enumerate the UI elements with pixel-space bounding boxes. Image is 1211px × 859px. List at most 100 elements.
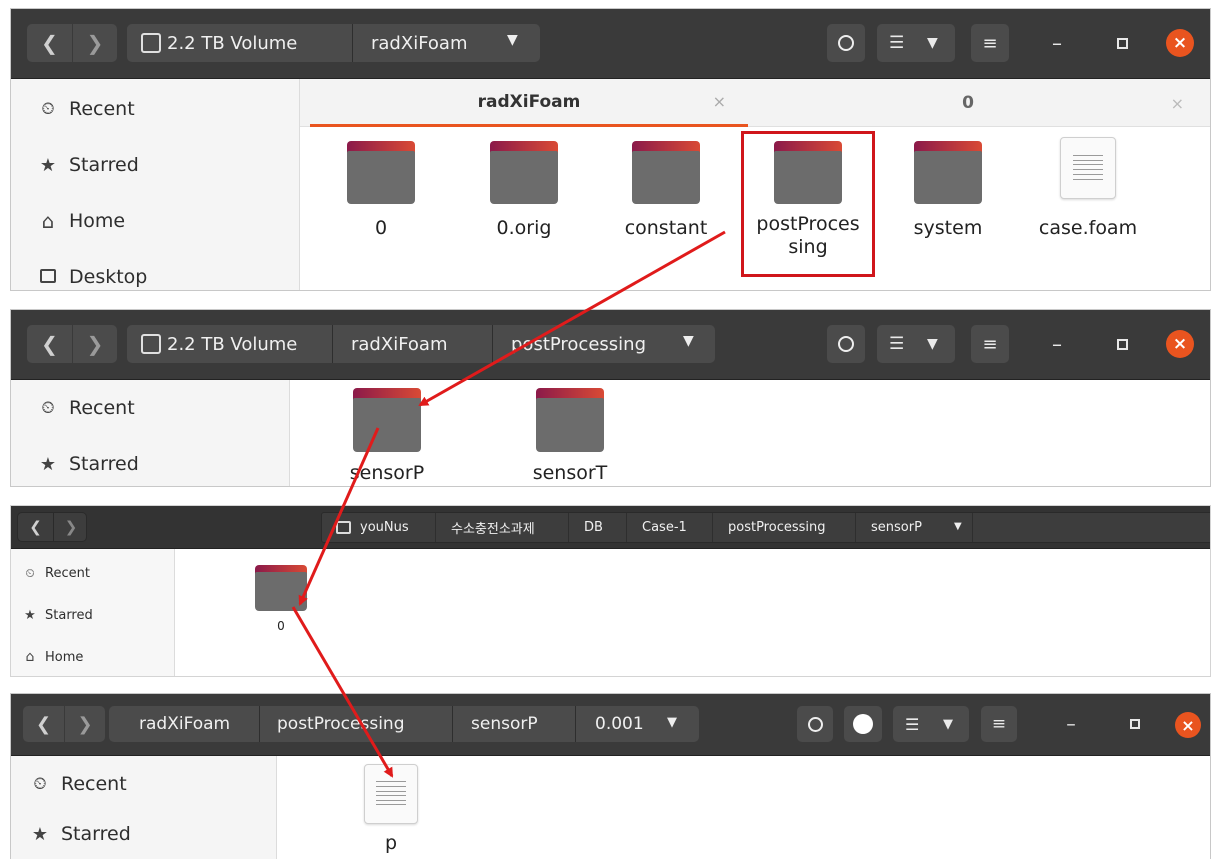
tab-0[interactable]: 0 × [748, 79, 1188, 127]
close-button[interactable]: × [1166, 330, 1194, 358]
menu-button[interactable]: ≡ [971, 325, 1009, 363]
back-button[interactable]: ❮ [27, 325, 72, 363]
search-icon [838, 336, 854, 352]
path-crumb-radxifoam[interactable]: radXiFoam [123, 706, 230, 742]
star-icon: ★ [39, 154, 57, 176]
maximize-button[interactable] [1103, 24, 1141, 62]
sidebar-item-recent[interactable]: ⏲ Recent [11, 764, 126, 804]
view-toggle[interactable]: ☰ ▼ [893, 706, 969, 742]
path-crumb-0001[interactable]: 0.001 [579, 706, 644, 742]
file-name[interactable]: 0 [331, 217, 431, 240]
sidebar-item-starred[interactable]: ★ Starred [11, 601, 93, 629]
view-toggle[interactable]: ☰ ▼ [877, 24, 955, 62]
folder-icon[interactable] [255, 565, 307, 611]
maximize-icon [1116, 37, 1128, 49]
file-name[interactable]: 0.orig [474, 217, 574, 240]
text-file-icon[interactable] [1060, 137, 1116, 199]
path-crumb-volume[interactable]: 2.2 TB Volume [167, 24, 297, 62]
maximize-button[interactable] [1117, 706, 1153, 742]
menu-button[interactable]: ≡ [971, 24, 1009, 62]
maximize-icon [1116, 338, 1128, 350]
path-crumb-radxifoam[interactable]: radXiFoam [355, 24, 467, 62]
sidebar-item-starred[interactable]: ★ Starred [11, 145, 139, 185]
forward-button[interactable]: ❯ [72, 325, 117, 363]
close-button[interactable]: × [1166, 29, 1194, 57]
folder-icon[interactable] [632, 141, 700, 204]
file-view: radXiFoam × 0 × 0 0.orig constant postPr… [300, 79, 1210, 290]
folder-icon[interactable] [536, 388, 604, 452]
chevron-down-icon[interactable]: ▼ [683, 333, 694, 349]
path-crumb-postprocessing[interactable]: postProcessing [261, 706, 405, 742]
back-button[interactable]: ❮ [23, 706, 64, 742]
sidebar-item-home[interactable]: ⌂ Home [11, 643, 84, 671]
sidebar-item-home[interactable]: ⌂ Home [11, 201, 125, 241]
view-toggle[interactable]: ☰ ▼ [877, 325, 955, 363]
status-button[interactable] [844, 706, 882, 742]
back-button[interactable]: ❮ [27, 24, 72, 62]
search-button[interactable] [797, 706, 833, 742]
sidebar-item-label: Desktop [69, 266, 148, 288]
file-name[interactable]: sensorP [337, 462, 437, 485]
sidebar-item-starred[interactable]: ★ Starred [11, 814, 131, 854]
circle-icon [853, 714, 873, 734]
search-button[interactable] [827, 325, 865, 363]
forward-button[interactable]: ❯ [72, 24, 117, 62]
headerbar: ❮ ❯ youNus 수소충전소과제 DB Case-1 postProcess… [11, 506, 1210, 549]
minimize-button[interactable]: – [1053, 706, 1089, 742]
sidebar-item-recent[interactable]: ⏲ Recent [11, 89, 134, 129]
path-crumb-sensorp[interactable]: sensorP [855, 513, 922, 542]
hamburger-menu-icon: ≡ [982, 32, 998, 54]
tab-radxifoam[interactable]: radXiFoam × [310, 79, 748, 127]
folder-icon[interactable] [347, 141, 415, 204]
tab-close-icon[interactable]: × [1171, 94, 1184, 113]
star-icon: ★ [31, 823, 49, 845]
file-name[interactable]: sensorT [520, 462, 620, 485]
path-crumb-volume[interactable]: 2.2 TB Volume [167, 325, 297, 363]
text-file-icon[interactable] [364, 764, 418, 824]
file-name[interactable]: p [361, 832, 421, 855]
path-crumb-db[interactable]: DB [568, 513, 603, 542]
sidebar-item-desktop[interactable]: Desktop [11, 257, 148, 290]
close-button[interactable]: × [1175, 712, 1201, 738]
search-button[interactable] [827, 24, 865, 62]
forward-button[interactable]: ❯ [53, 513, 88, 541]
list-view-icon: ☰ [889, 334, 905, 354]
chevron-down-icon: ▼ [927, 35, 938, 51]
sidebar-item-label: Recent [45, 565, 90, 581]
tab-label: 0 [962, 93, 974, 113]
file-view: 0 [175, 549, 1210, 676]
chevron-down-icon: ▼ [927, 336, 938, 352]
minimize-button[interactable]: – [1038, 24, 1076, 62]
folder-icon[interactable] [914, 141, 982, 204]
path-crumb-project[interactable]: 수소충전소과제 [435, 513, 535, 542]
back-button[interactable]: ❮ [18, 513, 53, 541]
sidebar-item-recent[interactable]: ⏲ Recent [11, 388, 134, 428]
file-name[interactable]: case.foam [1028, 217, 1148, 240]
forward-button[interactable]: ❯ [64, 706, 105, 742]
file-name[interactable]: constant [611, 217, 721, 240]
file-name[interactable]: system [898, 217, 998, 240]
path-crumb-younus[interactable]: youNus [344, 513, 409, 542]
tab-close-icon[interactable]: × [713, 92, 726, 111]
window-radxifoam: ❮ ❯ 2.2 TB Volume radXiFoam ▼ ☰ ▼ ≡ – × [10, 8, 1211, 291]
clock-icon: ⏲ [41, 99, 55, 119]
sidebar-item-recent[interactable]: ⏲ Recent [11, 559, 90, 587]
minimize-button[interactable]: – [1038, 325, 1076, 363]
path-crumb-sensorp[interactable]: sensorP [455, 706, 538, 742]
chevron-down-icon[interactable]: ▼ [954, 521, 962, 532]
path-crumb-postprocessing[interactable]: postProcessing [495, 325, 646, 363]
path-crumb-radxifoam[interactable]: radXiFoam [335, 325, 447, 363]
search-icon [838, 35, 854, 51]
folder-icon[interactable] [490, 141, 558, 204]
file-name[interactable]: postProces sing [746, 213, 870, 259]
maximize-button[interactable] [1103, 325, 1141, 363]
path-crumb-postprocessing[interactable]: postProcessing [712, 513, 826, 542]
sidebar-item-starred[interactable]: ★ Starred [11, 444, 139, 484]
chevron-down-icon[interactable]: ▼ [507, 32, 518, 48]
folder-icon[interactable] [353, 388, 421, 452]
folder-icon[interactable] [774, 141, 842, 204]
menu-button[interactable]: ≡ [981, 706, 1017, 742]
chevron-down-icon[interactable]: ▼ [667, 715, 677, 730]
path-crumb-case1[interactable]: Case-1 [626, 513, 687, 542]
file-name[interactable]: 0 [251, 619, 311, 633]
